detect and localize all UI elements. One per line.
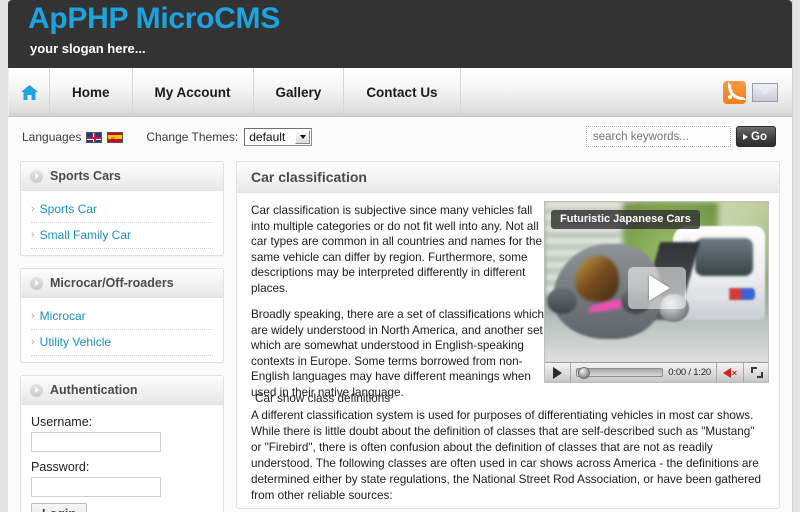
list-item[interactable]: › Small Family Car <box>31 225 213 249</box>
sidebar-link-small-family-car[interactable]: Small Family Car <box>40 228 131 242</box>
login-button[interactable]: Login <box>31 503 88 512</box>
sidebar-panel-authentication: Authentication Username: Password: Login <box>20 375 224 512</box>
rss-icon[interactable] <box>723 80 746 104</box>
mail-icon[interactable] <box>752 82 778 102</box>
main-panel-header: Car classification <box>237 162 779 193</box>
video-player[interactable]: Futuristic Japanese Cars YouTube 0:00 / … <box>544 201 769 383</box>
panel-header: Authentication <box>21 376 223 405</box>
languages-label: Languages <box>22 130 82 144</box>
video-mute-button[interactable]: × <box>716 363 743 382</box>
bullet-arrow-icon <box>30 169 43 183</box>
flag-es-icon[interactable] <box>107 131 124 143</box>
site-title: ApPHP MicroCMS <box>28 2 280 35</box>
username-input[interactable] <box>31 432 161 452</box>
password-input[interactable] <box>31 477 161 497</box>
sidebar-link-microcar[interactable]: Microcar <box>40 309 86 323</box>
main-panel-body: Car classification is subjective since m… <box>237 193 779 502</box>
article-lower: Car show class definitions A different c… <box>251 391 767 504</box>
panel-body: › Sports Car › Small Family Car <box>21 191 223 255</box>
panel-title: Authentication <box>50 383 138 397</box>
theme-select[interactable]: default <box>244 128 313 146</box>
bullet-arrow-icon <box>30 276 43 290</box>
themes-label: Change Themes: <box>146 130 239 144</box>
page-root: ApPHP MicroCMS your slogan here... Home … <box>0 0 800 512</box>
main-nav: Home My Account Gallery Contact Us <box>8 68 792 117</box>
list-item[interactable]: › Microcar <box>31 306 213 330</box>
nav-item-my-account[interactable]: My Account <box>133 68 254 116</box>
nav-item-gallery[interactable]: Gallery <box>254 68 345 116</box>
panel-title: Microcar/Off-roaders <box>50 276 174 290</box>
site-header: ApPHP MicroCMS your slogan here... <box>8 0 792 68</box>
video-seek-slider[interactable] <box>576 366 664 379</box>
video-controls-bar: 0:00 / 1:20 × <box>545 362 768 382</box>
nav-item-contact-us[interactable]: Contact Us <box>344 68 461 116</box>
panel-header: Sports Cars <box>21 162 223 191</box>
username-label: Username: <box>31 415 93 429</box>
speaker-icon <box>722 367 731 378</box>
mute-x-icon: × <box>731 367 738 378</box>
fullscreen-icon <box>751 367 763 378</box>
utility-bar: Languages Change Themes: default Go <box>8 117 792 157</box>
nav-item-home-icon[interactable] <box>8 68 50 116</box>
password-label: Password: <box>31 460 90 474</box>
themes-group: Change Themes: default <box>146 128 313 146</box>
search-go-button[interactable]: Go <box>736 126 776 147</box>
bullet-arrow-icon <box>30 383 43 397</box>
main-panel: Car classification Car classification is… <box>236 161 780 509</box>
panel-body: Username: Password: Login <box>21 405 223 512</box>
article-intro: Car classification is subjective since m… <box>251 203 551 400</box>
chevron-down-icon <box>295 130 311 144</box>
chevron-right-icon: › <box>31 202 35 215</box>
article-paragraph: Car classification is subjective since m… <box>251 204 543 295</box>
nav-item-home[interactable]: Home <box>50 68 133 116</box>
left-gutter <box>0 0 8 512</box>
video-seek-handle[interactable] <box>578 366 590 379</box>
languages-group: Languages Change Themes: default <box>22 128 313 146</box>
video-play-overlay-button[interactable] <box>627 267 686 310</box>
flag-uk-icon[interactable] <box>86 131 103 143</box>
theme-select-value: default <box>249 130 286 144</box>
article-subheading: Car show class definitions <box>255 392 391 405</box>
list-item[interactable]: › Utility Vehicle <box>31 332 213 356</box>
right-scroll-gutter[interactable] <box>792 0 800 512</box>
sidebar-panel-microcar-offroaders: Microcar/Off-roaders › Microcar › Utilit… <box>20 268 224 363</box>
video-subject-pod-wheel-left <box>547 288 577 314</box>
chevron-right-icon: › <box>31 228 35 241</box>
home-icon <box>20 84 38 100</box>
panel-title: Sports Cars <box>50 169 121 183</box>
panel-body: › Microcar › Utility Vehicle <box>21 298 223 362</box>
video-time-display: 0:00 / 1:20 <box>668 367 711 378</box>
sidebar-panel-sports-cars: Sports Cars › Sports Car › Small Family … <box>20 161 224 256</box>
video-play-button[interactable] <box>545 363 571 382</box>
content-area: Sports Cars › Sports Car › Small Family … <box>8 157 792 512</box>
list-item[interactable]: › Sports Car <box>31 199 213 223</box>
video-caption: Futuristic Japanese Cars <box>551 210 700 229</box>
page-title: Car classification <box>251 169 367 185</box>
site-slogan: your slogan here... <box>30 41 146 56</box>
chevron-right-icon: › <box>31 335 35 348</box>
sidebar-link-sports-car[interactable]: Sports Car <box>40 202 97 216</box>
video-fullscreen-button[interactable] <box>743 363 768 382</box>
article-paragraph: Broadly speaking, there are a set of cla… <box>251 308 544 399</box>
nav-icon-group <box>723 68 792 116</box>
search-group: Go <box>586 126 776 147</box>
sidebar-link-utility-vehicle[interactable]: Utility Vehicle <box>40 335 111 349</box>
chevron-right-icon: › <box>31 309 35 322</box>
sidebar: Sports Cars › Sports Car › Small Family … <box>20 161 224 512</box>
panel-header: Microcar/Off-roaders <box>21 269 223 298</box>
article-paragraph: A different classification system is use… <box>251 409 762 502</box>
search-input[interactable] <box>586 126 732 147</box>
